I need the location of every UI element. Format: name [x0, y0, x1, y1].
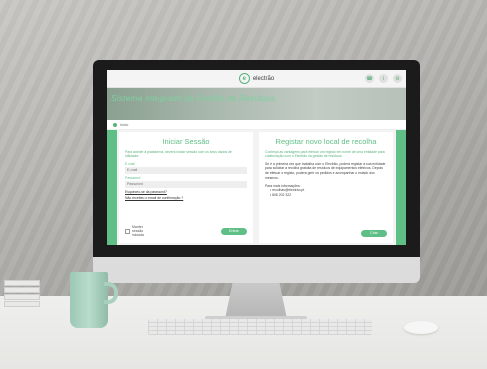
register-title: Registar novo local de recolha: [275, 137, 377, 146]
register-card: Registar novo local de recolha Conheça a…: [259, 132, 393, 243]
login-button[interactable]: Entrar: [221, 227, 247, 235]
mug: [70, 272, 108, 328]
keyboard: [148, 319, 372, 335]
site-logo[interactable]: e electrão: [238, 73, 275, 84]
monitor-chin: [93, 257, 420, 283]
phone-icon[interactable]: ☎: [365, 74, 374, 83]
password-label: Password: [125, 175, 141, 180]
left-accent-bar: [107, 130, 117, 245]
login-description: Para aceder à plataforma, deverá iniciar…: [125, 150, 232, 159]
hero-banner: Sistema Integrado de Gestão de Resíduos: [107, 88, 406, 120]
electrao-logo-icon: e: [238, 73, 250, 84]
login-actions: Manter sessão iniciada Entrar: [125, 225, 247, 237]
forgot-password-link[interactable]: Esqueceu-se da password?: [125, 190, 247, 194]
settings-icon[interactable]: ⚙: [393, 74, 402, 83]
register-button[interactable]: Criar: [361, 230, 387, 237]
monitor-stand: [225, 283, 287, 319]
register-subtitle: Conheça as vantagens para efetuar um reg…: [265, 150, 385, 159]
info-icon[interactable]: i: [379, 74, 388, 83]
top-navbar: e electrão ☎ i ⚙: [107, 70, 406, 88]
navbar-icons: ☎ i ⚙: [365, 74, 402, 83]
main-content: Iniciar Sessão Para aceder à plataforma,…: [107, 130, 406, 245]
register-paragraph: Se é a primeira vez que trabalha com o E…: [265, 161, 386, 180]
breadcrumb-home[interactable]: Início: [120, 123, 128, 127]
book-stack: [4, 280, 40, 314]
login-title: Iniciar Sessão: [162, 137, 210, 146]
password-field[interactable]: Password: [125, 180, 247, 188]
hero-title: Sistema Integrado de Gestão de Resíduos: [111, 93, 276, 103]
breadcrumb: Início: [107, 120, 406, 130]
remember-checkbox[interactable]: [125, 228, 130, 234]
logo-text: electrão: [252, 75, 275, 82]
resend-confirmation-link[interactable]: Não recebeu o email de confirmação ?: [125, 196, 247, 200]
right-accent-bar: [396, 130, 406, 245]
remember-session[interactable]: Manter sessão iniciada: [125, 225, 154, 237]
contact-phone[interactable]: • 808 202 322: [270, 193, 387, 198]
login-card: Iniciar Sessão Para aceder à plataforma,…: [119, 132, 253, 243]
home-icon[interactable]: [113, 122, 117, 127]
email-label: E-mail: [125, 161, 135, 166]
email-field[interactable]: E-mail: [125, 166, 247, 174]
mouse: [404, 321, 438, 334]
remember-label: Manter sessão iniciada: [132, 225, 144, 237]
screen: e electrão ☎ i ⚙ Sistema Integrado de Ge…: [107, 70, 406, 245]
